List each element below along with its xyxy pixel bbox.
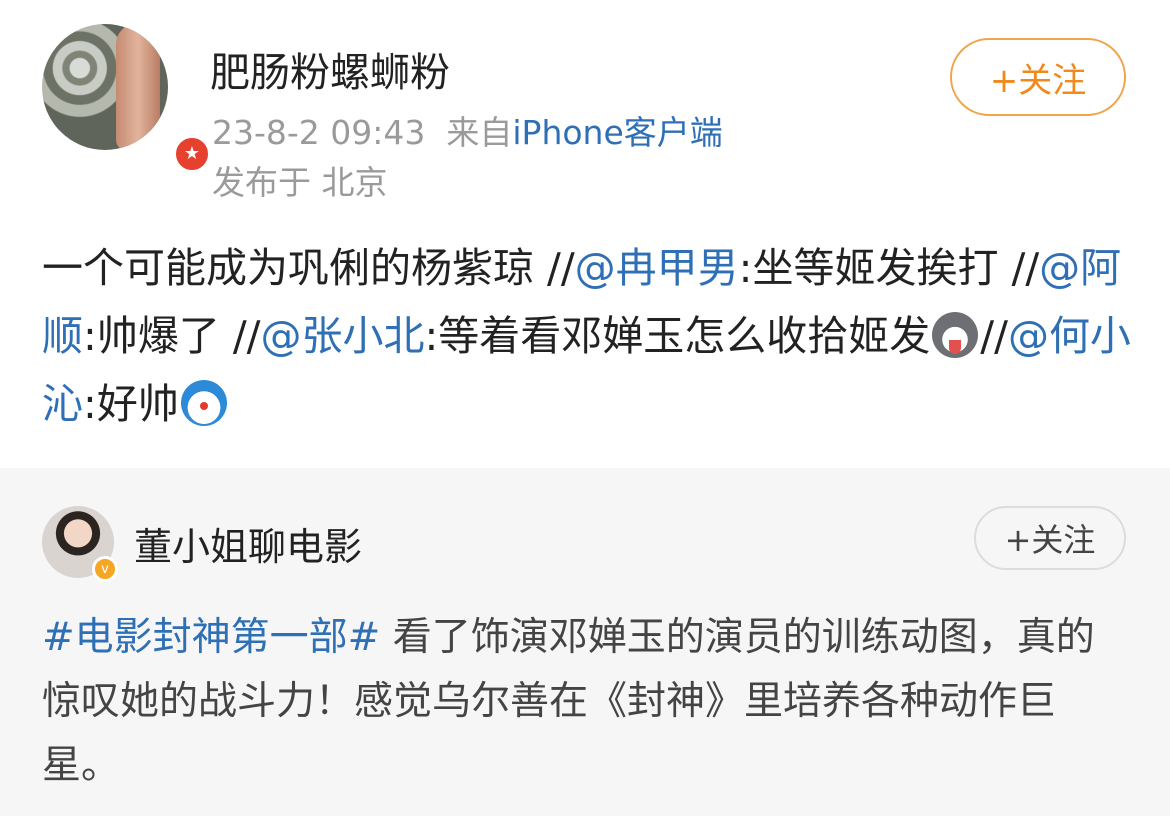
verified-badge-icon: v: [92, 556, 118, 582]
text-segment: //: [980, 312, 1008, 360]
repost-follow-button[interactable]: +关注: [974, 506, 1126, 570]
text-segment: :等着看邓婵玉怎么收拾姬发: [424, 312, 931, 360]
username[interactable]: 肥肠粉螺蛳粉: [210, 40, 450, 98]
repost-avatar[interactable]: v: [42, 506, 118, 582]
mention-link[interactable]: @张小北: [260, 312, 424, 360]
post-time: 23-8-2 09:43: [212, 113, 426, 152]
doraemon-emoji-icon: [180, 380, 227, 426]
text-segment: :坐等姬发挨打 //: [738, 244, 1040, 292]
avatar-photo-detail: [116, 24, 160, 150]
post-location: 发布于 北京: [212, 163, 388, 202]
repost-card[interactable]: v 董小姐聊电影 +关注 #电影封神第一部# 看了饰演邓婵玉的演员的训练动图，真…: [0, 468, 1170, 816]
repost-username[interactable]: 董小姐聊电影: [134, 516, 362, 571]
post-text: 一个可能成为巩俐的杨紫琼 //@冉甲男:坐等姬发挨打 //@阿顺:帅爆了 //@…: [42, 234, 1132, 438]
hashtag-link[interactable]: #电影封神第一部#: [42, 615, 380, 660]
mention-link[interactable]: @冉甲男: [575, 244, 739, 292]
post-card: ★ 肥肠粉螺蛳粉 23-8-2 09:43 来自iPhone客户端 发布于 北京…: [0, 0, 1170, 468]
husky-emoji-icon: [932, 312, 979, 358]
text-segment: :帅爆了 //: [83, 312, 261, 360]
source-link[interactable]: iPhone客户端: [512, 113, 722, 152]
avatar-image: [42, 24, 168, 150]
text-segment: 一个可能成为巩俐的杨紫琼 //: [42, 244, 575, 292]
repost-text: #电影封神第一部# 看了饰演邓婵玉的演员的训练动图，真的惊叹她的战斗力！感觉乌尔…: [42, 606, 1132, 798]
post-meta: 23-8-2 09:43 来自iPhone客户端: [212, 106, 723, 154]
user-avatar[interactable]: ★: [42, 24, 212, 174]
verified-badge-icon: ★: [172, 134, 212, 174]
text-segment: :好帅: [83, 380, 179, 428]
source-prefix: 来自: [446, 113, 513, 152]
follow-button[interactable]: +关注: [950, 38, 1126, 116]
